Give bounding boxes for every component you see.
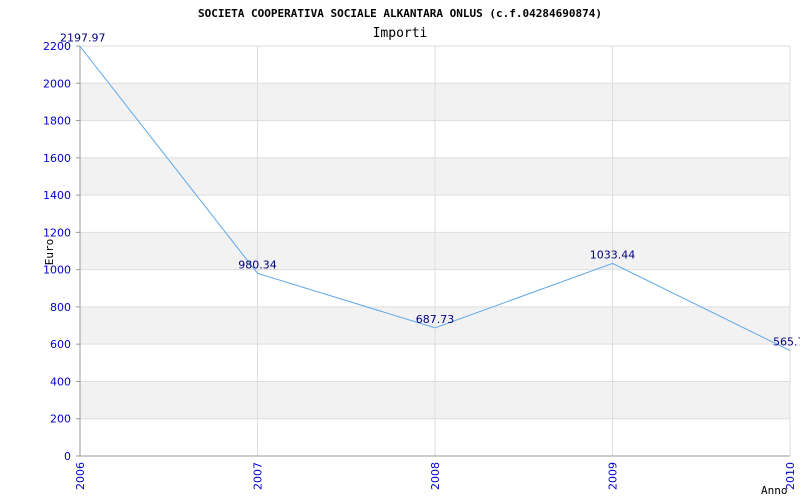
x-tick-label: 2006 xyxy=(74,462,87,490)
x-tick-labels: 2006 2007 2008 2009 2010 xyxy=(74,462,797,490)
data-label: 2197.97 xyxy=(60,31,106,44)
data-label: 1033.44 xyxy=(590,248,636,261)
y-tick-label: 2000 xyxy=(43,77,71,90)
line-chart: 0200400600800100012001400160018002000220… xyxy=(43,7,800,497)
data-label: 980.34 xyxy=(238,258,277,271)
y-tick-label: 800 xyxy=(50,301,71,314)
y-tick-label: 1800 xyxy=(43,115,71,128)
chart-subtitle: Importi xyxy=(373,26,428,41)
chart-title: SOCIETA COOPERATIVA SOCIALE ALKANTARA ON… xyxy=(198,7,602,20)
data-label: 687.73 xyxy=(416,313,455,326)
y-tick-label: 1600 xyxy=(43,152,71,165)
y-tick-label: 1400 xyxy=(43,189,71,202)
data-label: 565.7 xyxy=(773,336,800,349)
y-tick-label: 400 xyxy=(50,375,71,388)
y-tick-label: 1200 xyxy=(43,226,71,239)
x-tick-label: 2008 xyxy=(429,462,442,490)
x-axis-label: Anno xyxy=(761,484,788,497)
y-tick-label: 0 xyxy=(64,450,71,463)
y-tick-label: 600 xyxy=(50,338,71,351)
x-tick-label: 2009 xyxy=(607,462,620,490)
x-tick-label: 2007 xyxy=(252,462,265,490)
y-tick-label: 200 xyxy=(50,413,71,426)
y-axis-label: Euro xyxy=(43,239,56,266)
